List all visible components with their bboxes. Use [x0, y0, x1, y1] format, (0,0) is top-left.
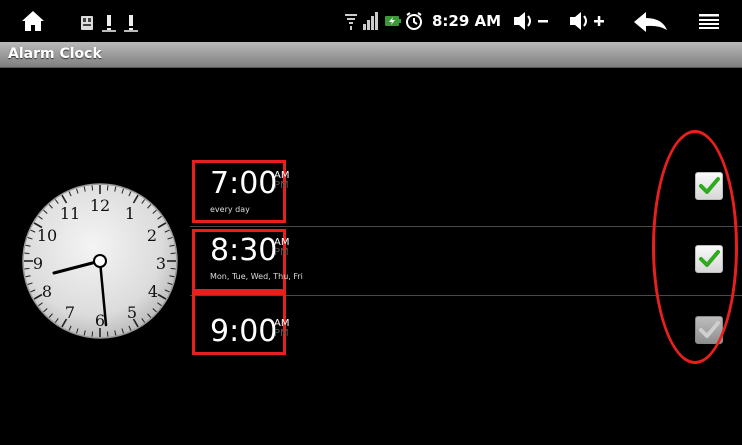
home-icon[interactable]	[20, 8, 46, 34]
alarm-icon	[405, 11, 423, 31]
battery-icon	[384, 12, 402, 30]
clock-tick	[24, 252, 30, 255]
clock-number-8: 8	[42, 282, 52, 301]
clock-number-10: 10	[37, 226, 57, 245]
clock-tick	[170, 267, 176, 270]
volume-down-icon[interactable]	[512, 10, 554, 32]
warning-icon[interactable]	[124, 14, 138, 32]
pm-label: PM	[274, 247, 289, 258]
clock-number-9: 9	[33, 254, 43, 273]
alarm-days: every day	[210, 205, 250, 214]
app-title: Alarm Clock	[8, 46, 102, 62]
alarm-time: 9:00	[210, 314, 278, 349]
clock-tick	[24, 267, 30, 270]
title-bar: Alarm Clock	[0, 42, 742, 68]
alarm-days: Mon, Tue, Wed, Thu, Fri	[210, 272, 303, 281]
clock-tick	[91, 331, 94, 337]
status-time: 8:29 AM	[432, 12, 502, 30]
clock-number-12: 12	[90, 196, 110, 215]
clock-tick	[170, 252, 176, 255]
signal-icon	[362, 10, 378, 32]
clock-number-6: 6	[95, 311, 105, 330]
back-icon[interactable]	[632, 10, 670, 34]
status-bar: 8:29 AM	[0, 0, 742, 42]
pm-label: PM	[274, 180, 289, 191]
alarm-time: 7:00	[210, 166, 278, 201]
alarm-ampm: AM PM	[274, 319, 289, 339]
volume-up-icon[interactable]	[568, 10, 610, 32]
menu-icon[interactable]	[698, 12, 720, 32]
pm-label: PM	[274, 328, 289, 339]
clock-number-3: 3	[156, 254, 166, 273]
clock-number-11: 11	[60, 204, 80, 223]
clock-tick	[91, 185, 94, 191]
alarm-time: 8:30	[210, 233, 278, 268]
wifi-icon	[344, 12, 358, 32]
clock-tick	[106, 185, 109, 191]
clock-tick	[106, 331, 109, 337]
highlight-ellipse	[652, 130, 738, 364]
clock-number-4: 4	[148, 282, 158, 301]
clock-number-7: 7	[65, 303, 75, 322]
warning-icon[interactable]	[102, 14, 116, 32]
alarm-ampm: AM PM	[274, 238, 289, 258]
clock-number-5: 5	[127, 303, 137, 322]
alarm-ampm: AM PM	[274, 171, 289, 191]
clock-number-2: 2	[147, 226, 157, 245]
notification-icon[interactable]	[80, 14, 94, 32]
clock-number-1: 1	[125, 204, 135, 223]
analog-clock[interactable]: 12 1 2 3 4 5 6 7 8 9 10 11	[22, 183, 178, 339]
